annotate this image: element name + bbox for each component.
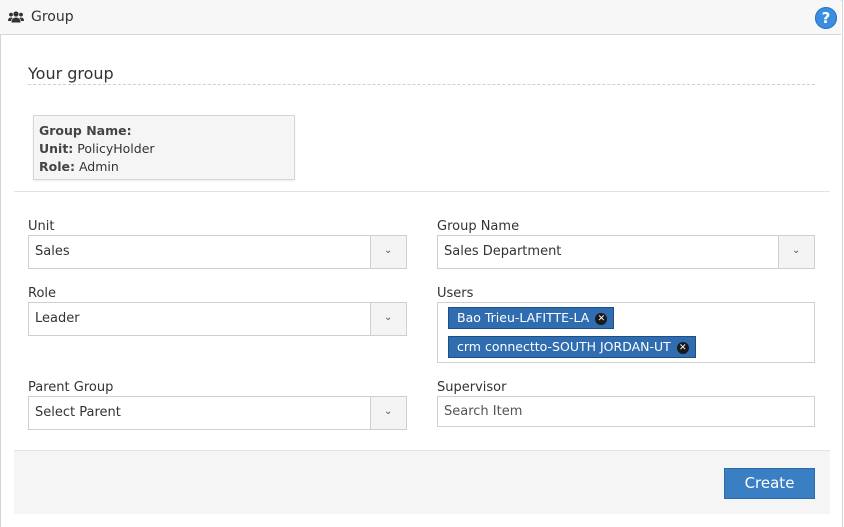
users-icon: [8, 11, 24, 23]
unit-dropdown-button[interactable]: ⌄: [370, 236, 406, 268]
remove-tag-icon[interactable]: ✕: [676, 342, 689, 354]
info-unit-value: PolicyHolder: [77, 141, 155, 156]
users-label: Users: [437, 286, 474, 301]
role-label: Role: [28, 286, 57, 301]
parent-group-dropdown-button[interactable]: ⌄: [370, 397, 406, 429]
supervisor-label: Supervisor: [437, 380, 507, 395]
remove-tag-icon[interactable]: ✕: [595, 313, 608, 325]
info-group-name-label: Group Name:: [39, 123, 132, 138]
info-group-name-row: Group Name:: [39, 122, 294, 140]
section-title: Your group: [28, 64, 114, 83]
window-title: Group: [31, 9, 74, 25]
group-name-select-value: Sales Department: [444, 244, 562, 259]
title-bar: Group ?: [0, 0, 841, 35]
role-dropdown-button[interactable]: ⌄: [370, 303, 406, 335]
group-name-label: Group Name: [437, 219, 520, 234]
section-divider: [28, 84, 815, 85]
chevron-down-icon: ⌄: [384, 406, 393, 417]
role-select[interactable]: Leader ⌄: [28, 302, 407, 336]
supervisor-search-input[interactable]: [437, 396, 815, 427]
user-tag[interactable]: crm connectto-SOUTH JORDAN-UT ✕: [448, 336, 696, 358]
info-role-value: Admin: [78, 159, 119, 174]
info-unit-label: Unit:: [39, 141, 74, 156]
form-footer: [14, 450, 830, 514]
form-divider: [14, 191, 830, 192]
group-name-dropdown-button[interactable]: ⌄: [778, 236, 814, 268]
unit-select-value: Sales: [35, 244, 70, 259]
unit-label: Unit: [28, 219, 55, 234]
info-role-row: Role: Admin: [39, 158, 294, 176]
help-icon[interactable]: ?: [815, 7, 837, 29]
info-role-label: Role:: [39, 159, 75, 174]
user-tag-label: crm connectto-SOUTH JORDAN-UT: [457, 339, 671, 354]
chevron-down-icon: ⌄: [792, 245, 801, 256]
users-multiselect[interactable]: Bao Trieu-LAFITTE-LA ✕ crm connectto-SOUT…: [437, 302, 815, 363]
group-name-select[interactable]: Sales Department ⌄: [437, 235, 815, 269]
parent-group-select-value: Select Parent: [35, 405, 121, 420]
chevron-down-icon: ⌄: [384, 245, 393, 256]
group-info-card: Group Name: Unit: PolicyHolder Role: Adm…: [33, 115, 295, 180]
parent-group-label: Parent Group: [28, 380, 114, 395]
user-tag-label: Bao Trieu-LAFITTE-LA: [457, 310, 590, 325]
info-unit-row: Unit: PolicyHolder: [39, 140, 294, 158]
parent-group-select[interactable]: Select Parent ⌄: [28, 396, 407, 430]
role-select-value: Leader: [35, 311, 80, 326]
unit-select[interactable]: Sales ⌄: [28, 235, 407, 269]
create-button[interactable]: Create: [724, 468, 815, 499]
chevron-down-icon: ⌄: [384, 312, 393, 323]
user-tag[interactable]: Bao Trieu-LAFITTE-LA ✕: [448, 307, 615, 329]
